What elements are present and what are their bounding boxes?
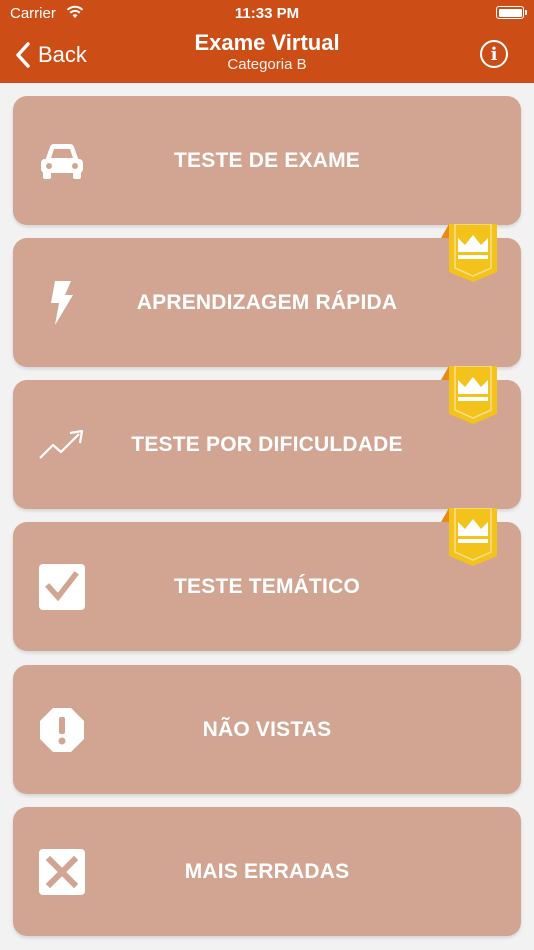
premium-crown-badge	[441, 508, 497, 566]
menu-item-mais-erradas[interactable]: MAIS ERRADAS	[13, 807, 521, 936]
info-button[interactable]: i	[480, 40, 508, 68]
premium-crown-badge	[441, 366, 497, 424]
info-icon: i	[490, 43, 498, 65]
menu-item-nao-vistas[interactable]: NÃO VISTAS	[13, 665, 521, 794]
menu-item-label: TESTE DE EXAME	[174, 148, 360, 172]
status-bar: Carrier 11:33 PM	[0, 0, 534, 28]
menu-item-label: MAIS ERRADAS	[184, 859, 350, 883]
premium-crown-badge	[441, 224, 497, 282]
menu-item-label: NÃO VISTAS	[202, 717, 332, 741]
status-time: 11:33 PM	[234, 5, 300, 22]
top-bar: Carrier 11:33 PM Back Exame Virtual Cate…	[0, 0, 534, 83]
menu-item-teste-por-dificuldade[interactable]: TESTE POR DIFICULDADE	[13, 366, 521, 509]
battery-icon	[496, 6, 527, 19]
menu-item-teste-tematico[interactable]: TESTE TEMÁTICO	[13, 508, 521, 651]
menu-item-aprendizagem-rapida[interactable]: APRENDIZAGEM RÁPIDA	[13, 224, 521, 367]
nav-title-group: Exame Virtual Categoria B	[0, 30, 534, 74]
page-subtitle: Categoria B	[227, 56, 307, 73]
page-title: Exame Virtual	[194, 30, 340, 55]
navigation-bar: Back Exame Virtual Categoria B i	[0, 28, 534, 83]
menu-item-teste-de-exame[interactable]: TESTE DE EXAME	[13, 96, 521, 225]
